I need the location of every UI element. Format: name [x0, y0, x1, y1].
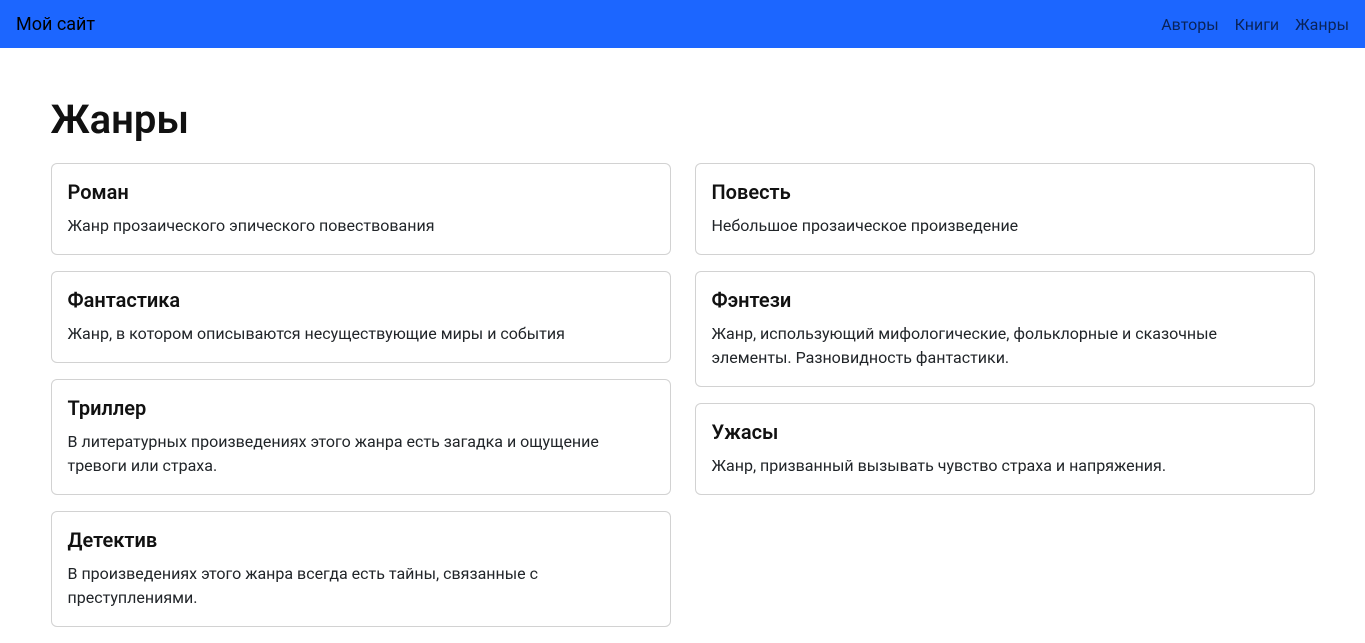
brand-link[interactable]: Мой сайт — [16, 14, 95, 35]
card-text: В произведениях этого жанра всегда есть … — [68, 562, 654, 610]
nav-link-authors[interactable]: Авторы — [1161, 15, 1218, 34]
genre-col-left: Роман Жанр прозаического эпического пове… — [39, 163, 683, 643]
card-title: Ужасы — [712, 420, 1298, 444]
card-body: Детектив В произведениях этого жанра все… — [52, 512, 670, 626]
card-title: Триллер — [68, 396, 654, 420]
nav-links: Авторы Книги Жанры — [1161, 15, 1349, 34]
card-text: Жанр прозаического эпического повествова… — [68, 214, 654, 238]
card-body: Фэнтези Жанр, использующий мифологически… — [696, 272, 1314, 386]
card-text: Жанр, в котором описываются несуществующ… — [68, 322, 654, 346]
genre-card[interactable]: Ужасы Жанр, призванный вызывать чувство … — [695, 403, 1315, 495]
genre-col-right: Повесть Небольшое прозаическое произведе… — [683, 163, 1327, 643]
card-body: Фантастика Жанр, в котором описываются н… — [52, 272, 670, 362]
genre-card[interactable]: Триллер В литературных произведениях это… — [51, 379, 671, 495]
card-body: Роман Жанр прозаического эпического пове… — [52, 164, 670, 254]
card-title: Детектив — [68, 528, 654, 552]
card-title: Фэнтези — [712, 288, 1298, 312]
genre-row: Роман Жанр прозаического эпического пове… — [39, 163, 1327, 643]
genre-card[interactable]: Детектив В произведениях этого жанра все… — [51, 511, 671, 627]
card-text: В литературных произведениях этого жанра… — [68, 430, 654, 478]
genre-card[interactable]: Фантастика Жанр, в котором описываются н… — [51, 271, 671, 363]
card-body: Ужасы Жанр, призванный вызывать чувство … — [696, 404, 1314, 494]
genre-card[interactable]: Роман Жанр прозаического эпического пове… — [51, 163, 671, 255]
card-body: Повесть Небольшое прозаическое произведе… — [696, 164, 1314, 254]
card-text: Жанр, использующий мифологические, фольк… — [712, 322, 1298, 370]
page-title: Жанры — [51, 96, 1315, 143]
navbar: Мой сайт Авторы Книги Жанры — [0, 0, 1365, 48]
card-body: Триллер В литературных произведениях это… — [52, 380, 670, 494]
main-container: Жанры Роман Жанр прозаического эпическог… — [23, 96, 1343, 643]
card-title: Повесть — [712, 180, 1298, 204]
nav-link-genres[interactable]: Жанры — [1295, 15, 1349, 34]
card-text: Жанр, призванный вызывать чувство страха… — [712, 454, 1298, 478]
card-title: Фантастика — [68, 288, 654, 312]
nav-link-books[interactable]: Книги — [1235, 15, 1280, 34]
card-text: Небольшое прозаическое произведение — [712, 214, 1298, 238]
genre-card[interactable]: Фэнтези Жанр, использующий мифологически… — [695, 271, 1315, 387]
card-title: Роман — [68, 180, 654, 204]
genre-card[interactable]: Повесть Небольшое прозаическое произведе… — [695, 163, 1315, 255]
